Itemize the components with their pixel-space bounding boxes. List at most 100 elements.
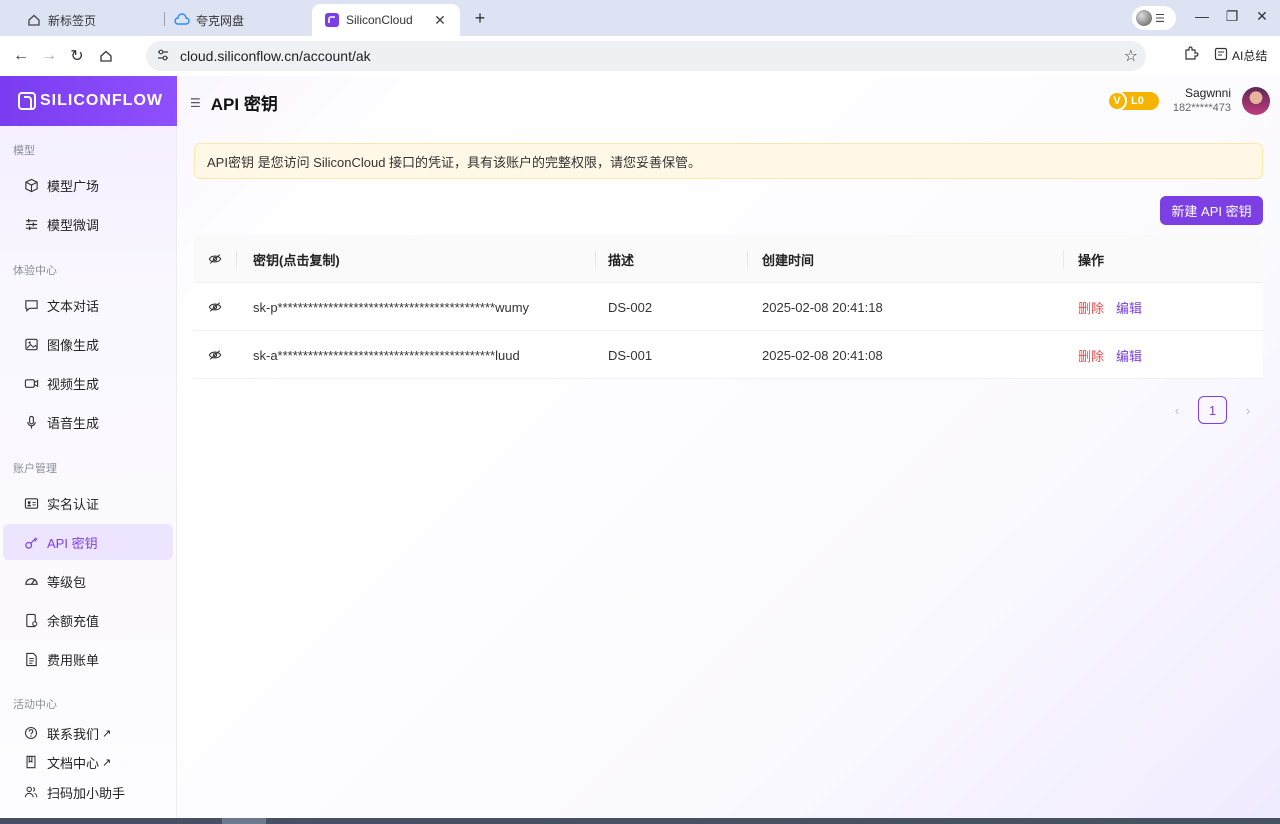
sidebar-item-label: 模型广场 xyxy=(47,178,100,194)
sidebar-section-activity: 活动中心 xyxy=(13,699,57,711)
page-header: ☰ API 密钥 xyxy=(190,90,278,115)
delete-key-button[interactable]: 删除 xyxy=(1078,346,1104,365)
browser-tab-strip: 新标签页 夸克网盘 SiliconCloud ✕ + ☰ — ❐ ✕ xyxy=(0,0,1280,36)
sidebar-item-label: API 密钥 xyxy=(47,535,98,551)
ai-summary-icon xyxy=(1214,47,1228,64)
brand-logo[interactable]: SILICONFLOW xyxy=(0,76,177,126)
avatar[interactable] xyxy=(1242,87,1270,115)
reload-icon[interactable]: ↻ xyxy=(66,45,88,67)
edit-key-button[interactable]: 编辑 xyxy=(1116,346,1142,365)
column-divider xyxy=(1063,250,1064,268)
prev-page-button[interactable]: ‹ xyxy=(1163,396,1191,424)
info-notice: API密钥 是您访问 SiliconCloud 接口的凭证，具有该账户的完整权限… xyxy=(194,143,1263,179)
vip-icon: V xyxy=(1107,91,1127,111)
sidebar-item-image-gen[interactable]: 图像生成 xyxy=(3,326,173,362)
api-key-table: 密钥(点击复制) 描述 创建时间 操作 sk-p****************… xyxy=(194,235,1263,379)
column-header-created: 创建时间 xyxy=(762,252,815,268)
tab-new-tab[interactable]: 新标签页 xyxy=(14,4,164,36)
toggle-visibility-icon[interactable] xyxy=(208,283,222,331)
ai-summary-button[interactable]: AI总结 xyxy=(1214,47,1267,64)
help-icon xyxy=(23,725,39,741)
close-tab-icon[interactable]: ✕ xyxy=(432,12,448,29)
siliconflow-icon xyxy=(324,12,340,28)
sidebar-item-label: 余额充值 xyxy=(47,613,100,629)
home-button-icon[interactable] xyxy=(95,45,117,67)
video-icon xyxy=(23,375,39,391)
sidebar-item-billing[interactable]: 费用账单 xyxy=(3,641,173,677)
tab-quark-drive[interactable]: 夸克网盘 xyxy=(162,4,312,36)
key-created-time: 2025-02-08 20:41:18 xyxy=(762,299,883,315)
bill-icon xyxy=(23,651,39,667)
menu-lines-icon: ☰ xyxy=(1155,12,1165,25)
tab-siliconcloud[interactable]: SiliconCloud ✕ xyxy=(312,4,460,36)
forward-arrow-icon[interactable]: → xyxy=(38,45,60,67)
sliders-icon xyxy=(23,216,39,232)
column-divider xyxy=(747,250,748,268)
sidebar-item-label: 文档中心 xyxy=(47,755,100,771)
sidebar-item-real-name[interactable]: 实名认证 xyxy=(3,485,173,521)
sidebar-item-model-square[interactable]: 模型广场 xyxy=(3,167,173,203)
table-header-row: 密钥(点击复制) 描述 创建时间 操作 xyxy=(194,235,1263,283)
sidebar-item-video-gen[interactable]: 视频生成 xyxy=(3,365,173,401)
mic-icon xyxy=(23,414,39,430)
id-card-icon xyxy=(23,495,39,511)
siliconflow-logo-icon xyxy=(18,92,36,110)
sidebar-item-docs[interactable]: 文档中心 ↗ xyxy=(3,749,173,775)
sidebar-item-api-key[interactable]: API 密钥 xyxy=(3,524,173,560)
column-header-actions: 操作 xyxy=(1078,252,1105,268)
image-icon xyxy=(23,336,39,352)
site-settings-icon[interactable] xyxy=(156,48,170,65)
sidebar-section-models: 模型 xyxy=(13,145,35,157)
key-icon xyxy=(23,534,39,550)
taskbar-item[interactable] xyxy=(222,818,266,824)
sidebar-item-label: 等级包 xyxy=(47,574,87,590)
level-badge[interactable]: V L0 xyxy=(1107,91,1159,111)
sidebar-item-label: 图像生成 xyxy=(47,337,100,353)
extensions-icon[interactable] xyxy=(1180,45,1202,67)
minimize-icon[interactable]: — xyxy=(1192,8,1212,24)
sidebar-item-contact-us[interactable]: 联系我们 ↗ xyxy=(3,720,173,746)
cloud-icon xyxy=(174,12,190,28)
delete-key-button[interactable]: 删除 xyxy=(1078,298,1104,317)
sidebar-item-label: 扫码加小助手 xyxy=(47,785,126,801)
table-row: sk-a************************************… xyxy=(194,331,1263,379)
sidebar-item-label: 语音生成 xyxy=(47,415,100,431)
profile-button[interactable]: ☰ xyxy=(1132,6,1176,30)
create-api-key-button[interactable]: 新建 API 密钥 xyxy=(1160,196,1263,225)
sidebar-item-recharge[interactable]: 余额充值 xyxy=(3,602,173,638)
sidebar-item-voice-gen[interactable]: 语音生成 xyxy=(3,404,173,440)
sidebar-item-label: 视频生成 xyxy=(47,376,100,392)
level-label: L0 xyxy=(1131,95,1144,107)
sidebar-section-playground: 体验中心 xyxy=(13,265,57,277)
toggle-all-visibility-icon[interactable] xyxy=(208,235,222,283)
column-header-desc: 描述 xyxy=(608,252,635,268)
back-arrow-icon[interactable]: ← xyxy=(10,45,32,67)
external-link-icon: ↗ xyxy=(102,727,112,740)
cube-icon xyxy=(23,177,39,193)
sidebar-item-level-pack[interactable]: 等级包 xyxy=(3,563,173,599)
toggle-visibility-icon[interactable] xyxy=(208,331,222,379)
page-number-current[interactable]: 1 xyxy=(1198,396,1227,424)
close-window-icon[interactable]: ✕ xyxy=(1252,8,1272,25)
sidebar-item-assistant[interactable]: 扫码加小助手 xyxy=(3,779,173,805)
new-tab-button[interactable]: + xyxy=(470,8,490,29)
bookmark-star-icon[interactable]: ☆ xyxy=(1124,46,1138,66)
user-phone: 182*****473 xyxy=(1172,102,1231,114)
sidebar-item-label: 文本对话 xyxy=(47,298,100,314)
next-page-button[interactable]: › xyxy=(1234,396,1262,424)
sidebar-item-label: 联系我们 xyxy=(47,726,100,742)
tab-label: 夸克网盘 xyxy=(196,13,245,28)
user-info[interactable]: Sagwnni 182*****473 xyxy=(1165,86,1231,114)
api-key-value[interactable]: sk-p************************************… xyxy=(253,283,529,331)
address-bar[interactable]: cloud.siliconflow.cn/account/ak ☆ xyxy=(146,41,1146,71)
sidebar-item-fine-tune[interactable]: 模型微调 xyxy=(3,206,173,242)
collapse-menu-icon[interactable]: ☰ xyxy=(190,96,201,110)
os-taskbar xyxy=(0,818,1280,824)
sidebar-item-text-chat[interactable]: 文本对话 xyxy=(3,287,173,323)
key-description: DS-002 xyxy=(608,299,653,315)
edit-key-button[interactable]: 编辑 xyxy=(1116,298,1142,317)
restore-icon[interactable]: ❐ xyxy=(1222,8,1242,25)
external-link-icon: ↗ xyxy=(102,756,112,769)
wallet-icon xyxy=(23,612,39,628)
api-key-value[interactable]: sk-a************************************… xyxy=(253,331,520,379)
